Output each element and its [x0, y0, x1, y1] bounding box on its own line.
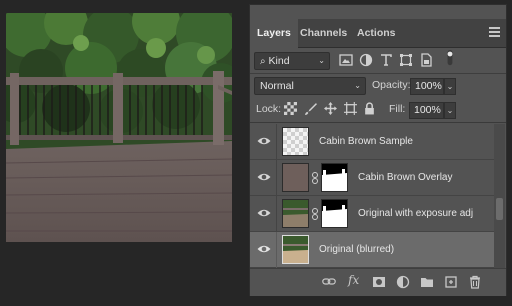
- layer-row[interactable]: Cabin Brown Sample: [250, 124, 494, 160]
- chevron-down-icon: ⌄: [318, 56, 325, 65]
- lock-row: Lock: Fill: 100% ⌄: [250, 98, 506, 122]
- panel-tab-bar: Layers Channels Actions: [250, 19, 506, 48]
- filter-row: ⌕ Kind ⌄: [250, 49, 506, 73]
- opacity-dropdown-button[interactable]: ⌄: [444, 78, 456, 95]
- layer-name: Cabin Brown Sample: [319, 136, 413, 147]
- layer-name: Original (blurred): [319, 244, 395, 255]
- lock-label: Lock:: [256, 103, 282, 115]
- document-canvas[interactable]: [6, 13, 232, 242]
- type-filter-icon[interactable]: [378, 52, 394, 68]
- chain-link-icon[interactable]: [311, 172, 319, 184]
- new-layer-icon[interactable]: [444, 275, 458, 289]
- deck-photo: [6, 13, 232, 242]
- adjustment-filter-icon[interactable]: [358, 52, 374, 68]
- layer-name: Original with exposure adj: [358, 208, 474, 219]
- image-filter-icon[interactable]: [338, 52, 354, 68]
- filter-toggle-icon[interactable]: [442, 50, 458, 66]
- eye-icon[interactable]: [257, 136, 271, 146]
- panel-menu-icon[interactable]: [489, 27, 500, 37]
- chain-link-icon[interactable]: [311, 208, 319, 220]
- layer-row[interactable]: Original with exposure adj: [250, 196, 494, 232]
- eye-icon[interactable]: [257, 172, 271, 182]
- blend-row: Normal ⌄ Opacity: 100% ⌄: [250, 74, 506, 98]
- layer-row[interactable]: Original (blurred): [250, 232, 494, 268]
- shape-filter-icon[interactable]: [398, 52, 414, 68]
- layer-thumbnail: [282, 199, 309, 228]
- search-icon: ⌕: [260, 56, 266, 67]
- panel-footer: fx: [250, 268, 506, 296]
- eye-icon[interactable]: [257, 208, 271, 218]
- new-group-icon[interactable]: [420, 275, 434, 289]
- filter-kind-dropdown[interactable]: ⌕ Kind ⌄: [254, 52, 330, 70]
- fill-label: Fill:: [389, 103, 406, 115]
- filter-kind-label: Kind: [268, 55, 290, 67]
- lock-image-pixels-icon[interactable]: [304, 102, 317, 115]
- layers-panel: Layers Channels Actions ⌕ Kind ⌄ Normal …: [249, 4, 507, 296]
- chevron-down-icon: ⌄: [354, 81, 361, 90]
- layer-name: Cabin Brown Overlay: [358, 172, 453, 183]
- layer-thumbnail: [282, 127, 309, 156]
- tab-layers[interactable]: Layers: [250, 19, 298, 48]
- smart-object-filter-icon[interactable]: [418, 52, 434, 68]
- opacity-input[interactable]: 100%: [410, 78, 444, 95]
- layers-scrollbar[interactable]: [494, 124, 505, 268]
- layer-mask-thumbnail[interactable]: [321, 163, 348, 192]
- trash-icon[interactable]: [468, 275, 482, 289]
- layers-list: Cabin Brown Sample Cabin Brown Overlay O…: [250, 124, 494, 268]
- lock-position-icon[interactable]: [324, 102, 337, 115]
- fill-input[interactable]: 100%: [409, 102, 444, 119]
- lock-artboard-icon[interactable]: [344, 102, 357, 115]
- eye-icon[interactable]: [257, 244, 271, 254]
- blend-mode-value: Normal: [260, 80, 294, 92]
- lock-all-icon[interactable]: [363, 102, 376, 115]
- scrollbar-thumb[interactable]: [496, 198, 503, 220]
- adjustment-layer-icon[interactable]: [396, 275, 410, 289]
- link-layers-icon[interactable]: [322, 275, 336, 289]
- lock-transparent-pixels-icon[interactable]: [284, 102, 297, 115]
- layer-thumbnail: [282, 235, 309, 264]
- tab-channels[interactable]: Channels: [293, 19, 354, 47]
- add-mask-icon[interactable]: [372, 275, 386, 289]
- tab-actions[interactable]: Actions: [350, 19, 403, 47]
- opacity-label: Opacity:: [372, 79, 411, 91]
- layer-thumbnail: [282, 163, 309, 192]
- layer-row[interactable]: Cabin Brown Overlay: [250, 160, 494, 196]
- fx-icon[interactable]: fx: [348, 273, 362, 287]
- fill-dropdown-button[interactable]: ⌄: [444, 102, 456, 119]
- blend-mode-dropdown[interactable]: Normal ⌄: [254, 77, 366, 95]
- layer-mask-thumbnail[interactable]: [321, 199, 348, 228]
